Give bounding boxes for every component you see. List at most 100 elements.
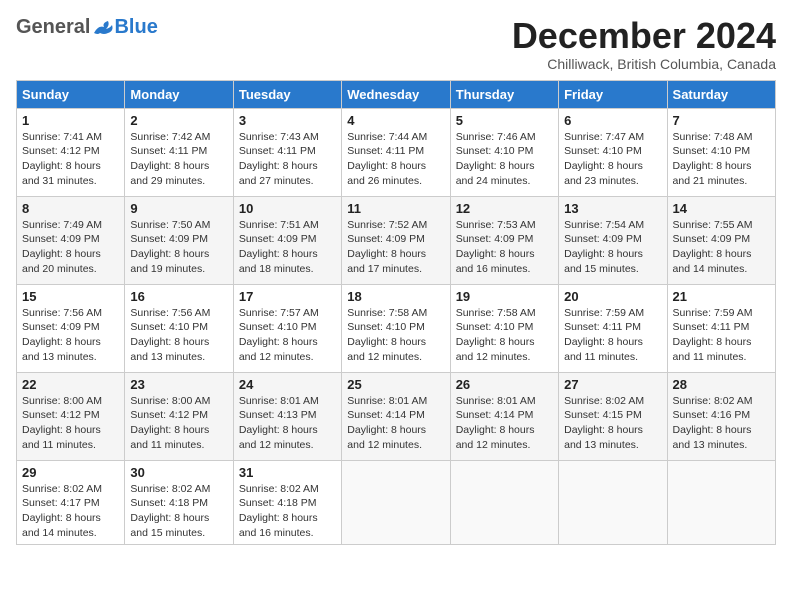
day-info: Sunrise: 7:56 AM Sunset: 4:09 PM Dayligh… — [22, 306, 119, 365]
day-number: 31 — [239, 465, 336, 480]
day-number: 23 — [130, 377, 227, 392]
calendar-col-friday: Friday — [559, 80, 667, 108]
day-number: 24 — [239, 377, 336, 392]
day-number: 13 — [564, 201, 661, 216]
calendar-cell: 3 Sunrise: 7:43 AM Sunset: 4:11 PM Dayli… — [233, 108, 341, 196]
day-number: 4 — [347, 113, 444, 128]
calendar-cell — [559, 460, 667, 545]
day-number: 19 — [456, 289, 553, 304]
calendar-cell: 18 Sunrise: 7:58 AM Sunset: 4:10 PM Dayl… — [342, 284, 450, 372]
day-number: 15 — [22, 289, 119, 304]
calendar-cell: 12 Sunrise: 7:53 AM Sunset: 4:09 PM Dayl… — [450, 196, 558, 284]
calendar-cell: 29 Sunrise: 8:02 AM Sunset: 4:17 PM Dayl… — [17, 460, 125, 545]
calendar-cell: 30 Sunrise: 8:02 AM Sunset: 4:18 PM Dayl… — [125, 460, 233, 545]
calendar-cell: 2 Sunrise: 7:42 AM Sunset: 4:11 PM Dayli… — [125, 108, 233, 196]
day-number: 8 — [22, 201, 119, 216]
day-info: Sunrise: 8:02 AM Sunset: 4:18 PM Dayligh… — [130, 482, 227, 541]
day-number: 16 — [130, 289, 227, 304]
calendar-cell: 17 Sunrise: 7:57 AM Sunset: 4:10 PM Dayl… — [233, 284, 341, 372]
day-info: Sunrise: 7:56 AM Sunset: 4:10 PM Dayligh… — [130, 306, 227, 365]
day-number: 17 — [239, 289, 336, 304]
calendar-cell: 7 Sunrise: 7:48 AM Sunset: 4:10 PM Dayli… — [667, 108, 775, 196]
calendar-table: SundayMondayTuesdayWednesdayThursdayFrid… — [16, 80, 776, 546]
calendar-col-wednesday: Wednesday — [342, 80, 450, 108]
calendar-cell: 10 Sunrise: 7:51 AM Sunset: 4:09 PM Dayl… — [233, 196, 341, 284]
day-number: 20 — [564, 289, 661, 304]
day-number: 22 — [22, 377, 119, 392]
day-number: 3 — [239, 113, 336, 128]
calendar-cell — [667, 460, 775, 545]
day-info: Sunrise: 7:58 AM Sunset: 4:10 PM Dayligh… — [456, 306, 553, 365]
calendar-cell: 15 Sunrise: 7:56 AM Sunset: 4:09 PM Dayl… — [17, 284, 125, 372]
day-number: 21 — [673, 289, 770, 304]
day-number: 1 — [22, 113, 119, 128]
calendar-cell: 26 Sunrise: 8:01 AM Sunset: 4:14 PM Dayl… — [450, 372, 558, 460]
day-number: 25 — [347, 377, 444, 392]
calendar-cell: 1 Sunrise: 7:41 AM Sunset: 4:12 PM Dayli… — [17, 108, 125, 196]
calendar-cell: 28 Sunrise: 8:02 AM Sunset: 4:16 PM Dayl… — [667, 372, 775, 460]
calendar-cell: 22 Sunrise: 8:00 AM Sunset: 4:12 PM Dayl… — [17, 372, 125, 460]
day-info: Sunrise: 7:49 AM Sunset: 4:09 PM Dayligh… — [22, 218, 119, 277]
day-info: Sunrise: 7:47 AM Sunset: 4:10 PM Dayligh… — [564, 130, 661, 189]
day-number: 14 — [673, 201, 770, 216]
day-info: Sunrise: 7:41 AM Sunset: 4:12 PM Dayligh… — [22, 130, 119, 189]
calendar-cell: 4 Sunrise: 7:44 AM Sunset: 4:11 PM Dayli… — [342, 108, 450, 196]
calendar-cell: 21 Sunrise: 7:59 AM Sunset: 4:11 PM Dayl… — [667, 284, 775, 372]
day-number: 2 — [130, 113, 227, 128]
calendar-cell: 27 Sunrise: 8:02 AM Sunset: 4:15 PM Dayl… — [559, 372, 667, 460]
calendar-cell: 25 Sunrise: 8:01 AM Sunset: 4:14 PM Dayl… — [342, 372, 450, 460]
day-info: Sunrise: 7:57 AM Sunset: 4:10 PM Dayligh… — [239, 306, 336, 365]
day-info: Sunrise: 7:42 AM Sunset: 4:11 PM Dayligh… — [130, 130, 227, 189]
calendar-cell: 24 Sunrise: 8:01 AM Sunset: 4:13 PM Dayl… — [233, 372, 341, 460]
day-info: Sunrise: 8:01 AM Sunset: 4:14 PM Dayligh… — [456, 394, 553, 453]
day-number: 12 — [456, 201, 553, 216]
day-info: Sunrise: 7:54 AM Sunset: 4:09 PM Dayligh… — [564, 218, 661, 277]
day-number: 5 — [456, 113, 553, 128]
day-info: Sunrise: 8:00 AM Sunset: 4:12 PM Dayligh… — [22, 394, 119, 453]
day-info: Sunrise: 8:01 AM Sunset: 4:13 PM Dayligh… — [239, 394, 336, 453]
calendar-cell: 13 Sunrise: 7:54 AM Sunset: 4:09 PM Dayl… — [559, 196, 667, 284]
day-info: Sunrise: 8:02 AM Sunset: 4:18 PM Dayligh… — [239, 482, 336, 541]
calendar-week-row: 29 Sunrise: 8:02 AM Sunset: 4:17 PM Dayl… — [17, 460, 776, 545]
day-info: Sunrise: 7:50 AM Sunset: 4:09 PM Dayligh… — [130, 218, 227, 277]
calendar-header-row: SundayMondayTuesdayWednesdayThursdayFrid… — [17, 80, 776, 108]
location: Chilliwack, British Columbia, Canada — [512, 56, 776, 72]
day-info: Sunrise: 8:00 AM Sunset: 4:12 PM Dayligh… — [130, 394, 227, 453]
day-info: Sunrise: 8:02 AM Sunset: 4:16 PM Dayligh… — [673, 394, 770, 453]
day-info: Sunrise: 7:51 AM Sunset: 4:09 PM Dayligh… — [239, 218, 336, 277]
page-header: General Blue December 2024 Chilliwack, B… — [16, 16, 776, 72]
day-number: 29 — [22, 465, 119, 480]
calendar-cell: 19 Sunrise: 7:58 AM Sunset: 4:10 PM Dayl… — [450, 284, 558, 372]
month-title: December 2024 — [512, 16, 776, 56]
day-number: 26 — [456, 377, 553, 392]
day-info: Sunrise: 7:43 AM Sunset: 4:11 PM Dayligh… — [239, 130, 336, 189]
calendar-col-thursday: Thursday — [450, 80, 558, 108]
calendar-cell: 23 Sunrise: 8:00 AM Sunset: 4:12 PM Dayl… — [125, 372, 233, 460]
day-info: Sunrise: 8:02 AM Sunset: 4:15 PM Dayligh… — [564, 394, 661, 453]
calendar-week-row: 22 Sunrise: 8:00 AM Sunset: 4:12 PM Dayl… — [17, 372, 776, 460]
day-info: Sunrise: 7:53 AM Sunset: 4:09 PM Dayligh… — [456, 218, 553, 277]
calendar-week-row: 8 Sunrise: 7:49 AM Sunset: 4:09 PM Dayli… — [17, 196, 776, 284]
day-info: Sunrise: 7:59 AM Sunset: 4:11 PM Dayligh… — [673, 306, 770, 365]
day-info: Sunrise: 7:48 AM Sunset: 4:10 PM Dayligh… — [673, 130, 770, 189]
calendar-col-sunday: Sunday — [17, 80, 125, 108]
calendar-cell: 9 Sunrise: 7:50 AM Sunset: 4:09 PM Dayli… — [125, 196, 233, 284]
calendar-cell — [450, 460, 558, 545]
day-number: 10 — [239, 201, 336, 216]
day-info: Sunrise: 7:55 AM Sunset: 4:09 PM Dayligh… — [673, 218, 770, 277]
logo-bird-icon — [92, 19, 114, 37]
calendar-cell: 14 Sunrise: 7:55 AM Sunset: 4:09 PM Dayl… — [667, 196, 775, 284]
calendar-cell: 6 Sunrise: 7:47 AM Sunset: 4:10 PM Dayli… — [559, 108, 667, 196]
day-number: 28 — [673, 377, 770, 392]
calendar-week-row: 15 Sunrise: 7:56 AM Sunset: 4:09 PM Dayl… — [17, 284, 776, 372]
calendar-cell: 11 Sunrise: 7:52 AM Sunset: 4:09 PM Dayl… — [342, 196, 450, 284]
calendar-col-tuesday: Tuesday — [233, 80, 341, 108]
day-number: 30 — [130, 465, 227, 480]
calendar-cell — [342, 460, 450, 545]
logo-blue: Blue — [114, 16, 157, 39]
day-number: 7 — [673, 113, 770, 128]
day-number: 18 — [347, 289, 444, 304]
day-info: Sunrise: 7:59 AM Sunset: 4:11 PM Dayligh… — [564, 306, 661, 365]
day-info: Sunrise: 7:58 AM Sunset: 4:10 PM Dayligh… — [347, 306, 444, 365]
day-number: 6 — [564, 113, 661, 128]
